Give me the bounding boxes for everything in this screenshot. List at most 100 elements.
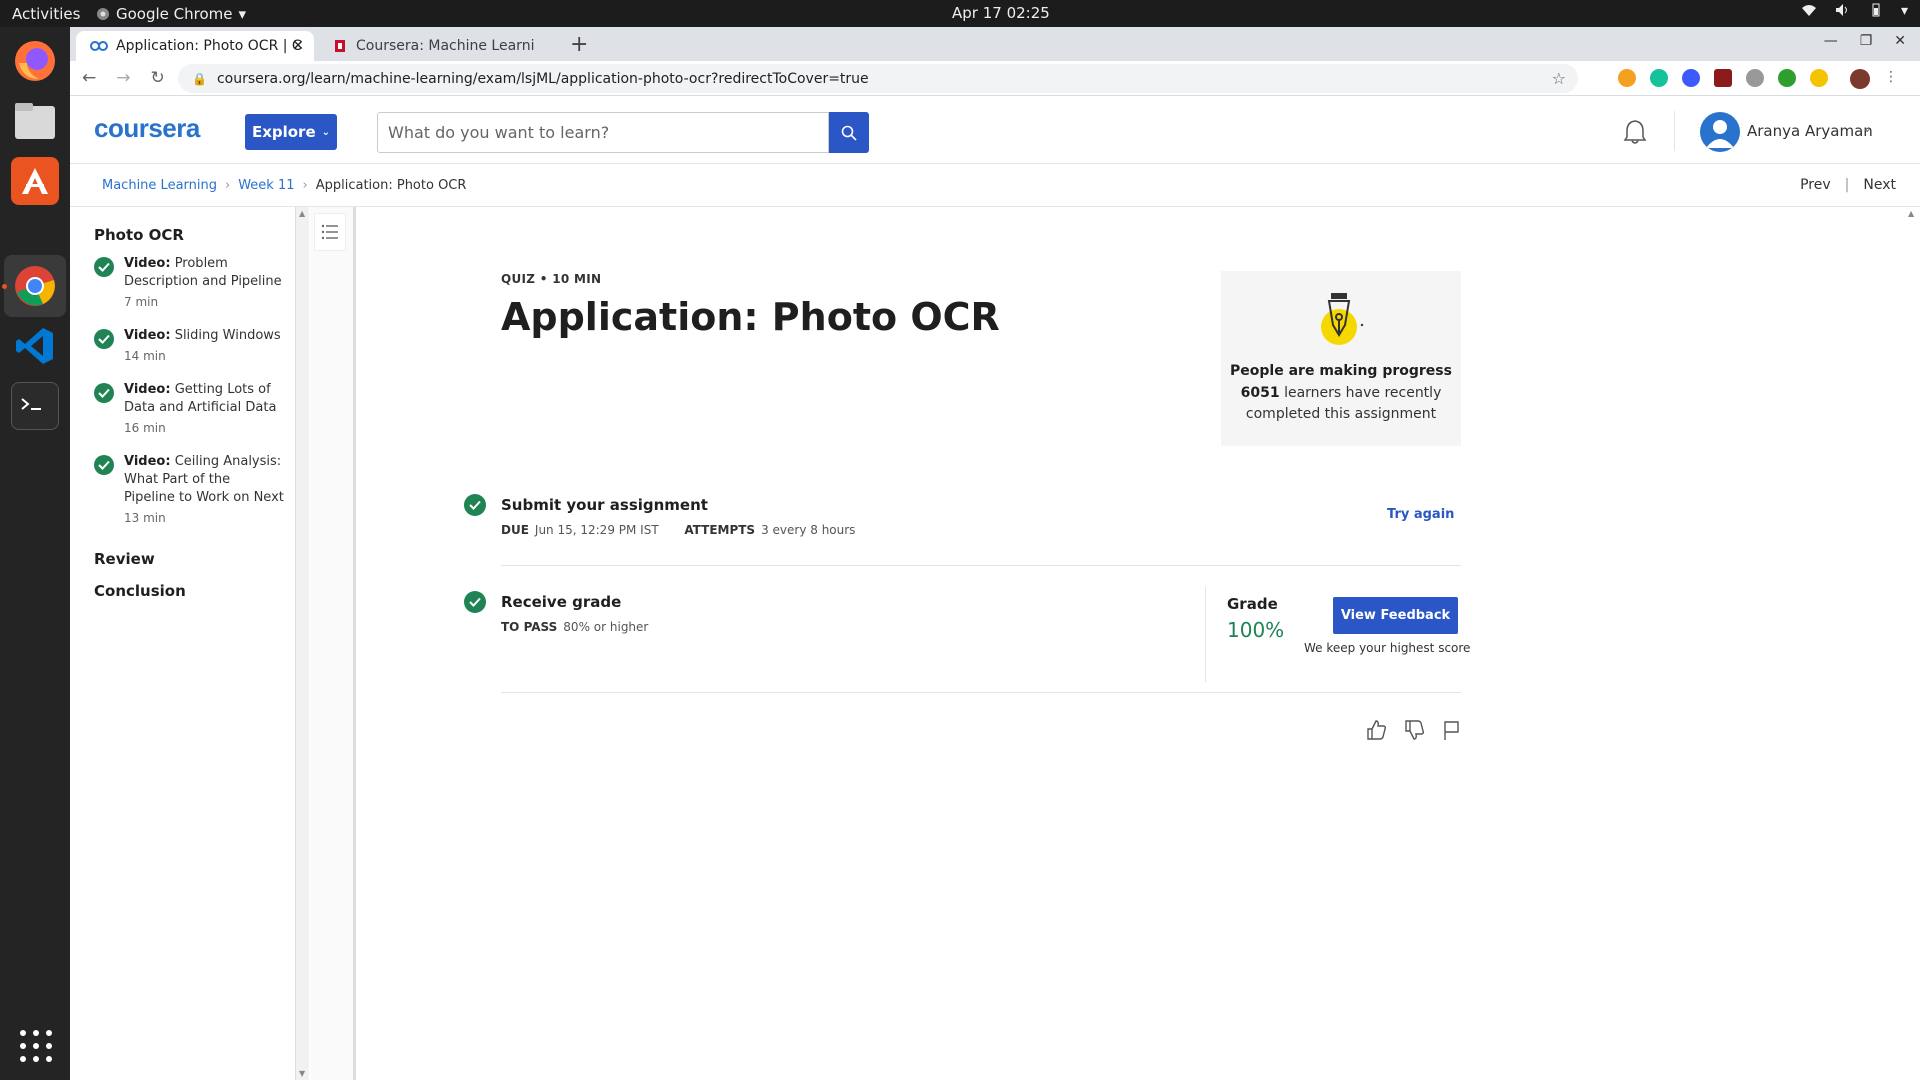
quiz-tag: QUIZ • 10 MIN bbox=[501, 272, 602, 286]
bell-icon bbox=[1623, 120, 1647, 144]
divider bbox=[501, 692, 1461, 693]
item-duration: 7 min bbox=[124, 295, 159, 309]
coursera-page: coursera Explore ⌄ What do you want to l… bbox=[70, 97, 1920, 1080]
extension-green-icon[interactable] bbox=[1778, 69, 1796, 87]
tab-inactive[interactable]: Coursera: Machine Learni bbox=[320, 31, 560, 61]
volume-icon bbox=[1835, 4, 1847, 16]
forward-icon[interactable]: → bbox=[116, 68, 130, 88]
check-icon bbox=[94, 329, 114, 349]
flag-icon[interactable] bbox=[1441, 719, 1461, 741]
attempts-label: ATTEMPTS bbox=[684, 523, 756, 537]
scroll-down-icon[interactable]: ▼ bbox=[299, 1069, 305, 1078]
back-icon[interactable]: ← bbox=[82, 68, 96, 88]
close-icon[interactable]: ✕ bbox=[292, 38, 304, 54]
avatar[interactable] bbox=[1700, 112, 1740, 152]
vscode-icon[interactable] bbox=[11, 322, 59, 370]
item-duration: 14 min bbox=[124, 349, 166, 363]
extension-calendar-icon[interactable] bbox=[1714, 69, 1732, 87]
check-icon bbox=[464, 494, 486, 516]
breadcrumb-current: Application: Photo OCR bbox=[315, 178, 467, 193]
system-tray[interactable]: ▾ bbox=[1801, 3, 1908, 19]
breadcrumb-week[interactable]: Week 11 bbox=[238, 178, 294, 193]
power-menu-icon: ▾ bbox=[1900, 3, 1908, 19]
highest-score-note: We keep your highest score bbox=[1304, 641, 1471, 655]
extension-grammarly-icon[interactable] bbox=[1650, 69, 1668, 87]
firefox-icon[interactable] bbox=[11, 37, 59, 85]
software-center-icon[interactable] bbox=[11, 157, 59, 205]
reload-icon[interactable]: ↻ bbox=[151, 68, 165, 88]
tab-label: Application: Photo OCR | C bbox=[116, 38, 302, 54]
app-menu[interactable]: Google Chrome ▾ bbox=[96, 5, 246, 23]
site-header: coursera Explore ⌄ What do you want to l… bbox=[70, 97, 1920, 164]
terminal-icon[interactable] bbox=[11, 382, 59, 430]
restore-icon[interactable]: ❐ bbox=[1860, 33, 1873, 49]
try-again-link[interactable]: Try again bbox=[1387, 507, 1454, 522]
extension-flag-icon[interactable] bbox=[1810, 69, 1828, 87]
item-kind: Video: bbox=[124, 454, 171, 469]
sidebar-item[interactable]: Video: Ceiling Analysis: What Part of th… bbox=[94, 453, 284, 527]
explore-button[interactable]: Explore ⌄ bbox=[245, 114, 337, 150]
activities-button[interactable]: Activities bbox=[0, 5, 90, 23]
bookmark-star-icon[interactable]: ☆ bbox=[1552, 69, 1566, 88]
sidebar-module-title[interactable]: Photo OCR bbox=[94, 226, 184, 244]
breadcrumb-course[interactable]: Machine Learning bbox=[102, 178, 217, 193]
search-icon bbox=[841, 125, 857, 141]
scroll-up-icon[interactable]: ▲ bbox=[1908, 209, 1914, 218]
coursera-logo[interactable]: coursera bbox=[94, 113, 200, 144]
sidebar-scrollbar[interactable]: ▲ ▼ bbox=[295, 207, 309, 1080]
thumbs-up-icon[interactable] bbox=[1365, 719, 1387, 741]
sidebar-item[interactable]: Video: Problem Description and Pipeline 7… bbox=[94, 255, 284, 311]
profile-avatar-icon[interactable] bbox=[1850, 69, 1870, 89]
view-feedback-button[interactable]: View Feedback bbox=[1333, 597, 1458, 634]
minimize-icon[interactable]: — bbox=[1824, 33, 1838, 49]
search-button[interactable] bbox=[829, 112, 869, 153]
notifications-button[interactable] bbox=[1623, 119, 1647, 149]
user-name[interactable]: Aranya Aryaman bbox=[1747, 122, 1873, 140]
new-tab-button[interactable]: + bbox=[570, 32, 588, 57]
explore-label: Explore bbox=[251, 123, 316, 141]
extension-audio-icon[interactable] bbox=[1682, 69, 1700, 87]
sidebar-item-text: Video: Ceiling Analysis: What Part of th… bbox=[124, 453, 284, 527]
clock[interactable]: Apr 17 02:25 bbox=[952, 4, 1050, 22]
show-apps-icon[interactable] bbox=[20, 1030, 52, 1062]
tab-active[interactable]: Application: Photo OCR | C ✕ bbox=[76, 31, 314, 61]
extension-recycle-icon[interactable] bbox=[1746, 69, 1764, 87]
search-input[interactable]: What do you want to learn? bbox=[377, 112, 829, 153]
kebab-menu-icon[interactable]: ⋮ bbox=[1884, 69, 1898, 89]
sidebar-section-conclusion[interactable]: Conclusion bbox=[94, 582, 186, 600]
chrome-icon bbox=[97, 7, 109, 20]
chevron-down-icon[interactable]: ⌄ bbox=[1862, 121, 1872, 135]
outline-column bbox=[310, 207, 356, 1080]
sidebar-item[interactable]: Video: Getting Lots of Data and Artifici… bbox=[94, 381, 284, 437]
sidebar-section-review[interactable]: Review bbox=[94, 550, 155, 568]
close-window-icon[interactable]: ✕ bbox=[1894, 33, 1906, 49]
main-content: QUIZ • 10 MIN Application: Photo OCR Peo… bbox=[370, 207, 1900, 1080]
extensions: ⋮ bbox=[1618, 69, 1898, 89]
prev-button[interactable]: Prev bbox=[1800, 177, 1831, 193]
progress-heading: People are making progress bbox=[1230, 363, 1452, 379]
thumbs-down-icon[interactable] bbox=[1403, 719, 1425, 741]
chrome-dock-icon[interactable] bbox=[11, 262, 59, 310]
extension-cookie-icon[interactable] bbox=[1618, 69, 1636, 87]
os-top-bar: Activities Google Chrome ▾ Apr 17 02:25 … bbox=[0, 0, 1920, 27]
url-bar[interactable]: 🔒 coursera.org/learn/machine-learning/ex… bbox=[178, 64, 1578, 93]
item-kind: Video: bbox=[124, 256, 171, 271]
chevron-down-icon: ⌄ bbox=[321, 126, 331, 138]
prev-next-nav: Prev | Next bbox=[1800, 177, 1896, 193]
lock-icon[interactable]: 🔒 bbox=[192, 72, 207, 86]
sidebar-item[interactable]: Video: Sliding Windows 14 min bbox=[94, 327, 284, 365]
toggle-outline-button[interactable] bbox=[314, 213, 346, 251]
item-duration: 13 min bbox=[124, 511, 166, 525]
next-button[interactable]: Next bbox=[1863, 177, 1896, 193]
url-text: coursera.org/learn/machine-learning/exam… bbox=[216, 70, 869, 87]
grade-meta: TO PASS 80% or higher bbox=[501, 620, 648, 634]
scroll-up-icon[interactable]: ▲ bbox=[299, 209, 305, 218]
attempts-value: 3 every 8 hours bbox=[761, 523, 856, 537]
chevron-right-icon: › bbox=[225, 178, 231, 193]
files-icon[interactable] bbox=[11, 97, 59, 145]
search-placeholder: What do you want to learn? bbox=[388, 123, 610, 142]
page-scrollbar[interactable]: ▲ bbox=[1905, 207, 1920, 1080]
battery-icon bbox=[1872, 3, 1880, 17]
window-controls: — ❐ ✕ bbox=[1824, 33, 1920, 49]
breadcrumb-bar: Machine Learning › Week 11 › Application… bbox=[70, 164, 1920, 207]
